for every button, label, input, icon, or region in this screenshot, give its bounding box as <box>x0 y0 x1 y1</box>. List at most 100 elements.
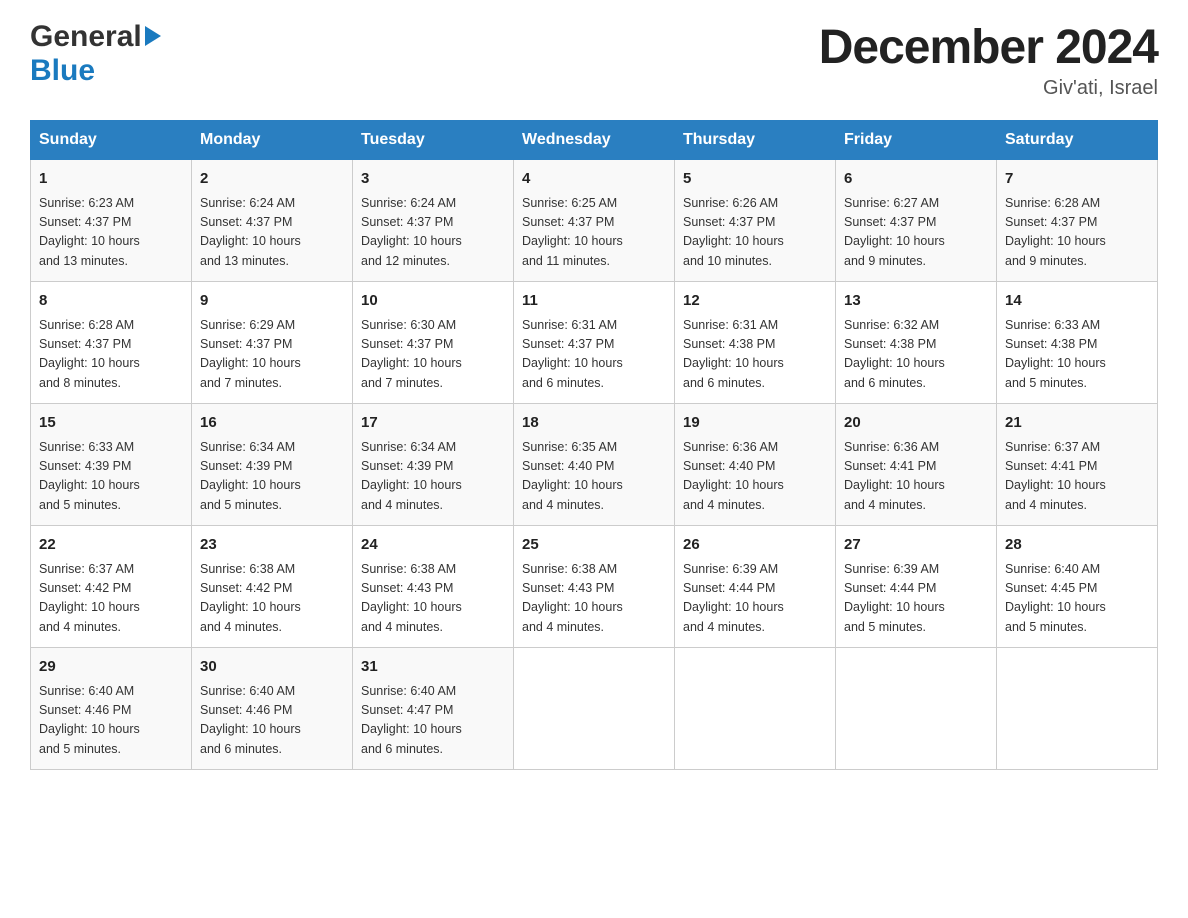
calendar-cell: 29Sunrise: 6:40 AMSunset: 4:46 PMDayligh… <box>31 648 192 770</box>
calendar-cell: 24 Sunrise: 6:38 AMSunset: 4:43 PMDayligh… <box>353 526 514 648</box>
day-info: Sunrise: 6:31 AMSunset: 4:38 PMDaylight:… <box>683 316 827 394</box>
calendar-cell: 30Sunrise: 6:40 AMSunset: 4:46 PMDayligh… <box>192 648 353 770</box>
day-info: Sunrise: 6:36 AMSunset: 4:40 PMDaylight:… <box>683 438 827 516</box>
calendar-table: SundayMondayTuesdayWednesdayThursdayFrid… <box>30 120 1158 770</box>
calendar-body: 1 Sunrise: 6:23 AMSunset: 4:37 PMDaylight… <box>31 160 1158 770</box>
calendar-cell: 4 Sunrise: 6:25 AMSunset: 4:37 PMDaylight… <box>514 160 675 282</box>
calendar-cell: 15Sunrise: 6:33 AMSunset: 4:39 PMDayligh… <box>31 404 192 526</box>
day-number: 29 <box>39 656 183 679</box>
day-info: Sunrise: 6:38 AMSunset: 4:43 PMDaylight:… <box>361 560 505 638</box>
day-number: 6 <box>844 168 988 191</box>
day-number: 24 <box>361 534 505 557</box>
calendar-subtitle: Giv'ati, Israel <box>819 77 1158 100</box>
day-number: 2 <box>200 168 344 191</box>
weekday-header-wednesday: Wednesday <box>514 121 675 160</box>
day-number: 11 <box>522 290 666 313</box>
day-info: Sunrise: 6:35 AMSunset: 4:40 PMDaylight:… <box>522 438 666 516</box>
day-number: 13 <box>844 290 988 313</box>
day-number: 31 <box>361 656 505 679</box>
calendar-cell: 28 Sunrise: 6:40 AMSunset: 4:45 PMDayligh… <box>997 526 1158 648</box>
day-number: 1 <box>39 168 183 191</box>
weekday-header-thursday: Thursday <box>675 121 836 160</box>
calendar-week-3: 15Sunrise: 6:33 AMSunset: 4:39 PMDayligh… <box>31 404 1158 526</box>
day-number: 4 <box>522 168 666 191</box>
weekday-header-friday: Friday <box>836 121 997 160</box>
calendar-cell <box>836 648 997 770</box>
day-info: Sunrise: 6:36 AMSunset: 4:41 PMDaylight:… <box>844 438 988 516</box>
calendar-week-4: 22 Sunrise: 6:37 AMSunset: 4:42 PMDayligh… <box>31 526 1158 648</box>
day-info: Sunrise: 6:37 AMSunset: 4:41 PMDaylight:… <box>1005 438 1149 516</box>
weekday-header-sunday: Sunday <box>31 121 192 160</box>
calendar-cell: 25 Sunrise: 6:38 AMSunset: 4:43 PMDayligh… <box>514 526 675 648</box>
calendar-cell: 18 Sunrise: 6:35 AMSunset: 4:40 PMDayligh… <box>514 404 675 526</box>
calendar-cell <box>997 648 1158 770</box>
day-info: Sunrise: 6:40 AMSunset: 4:47 PMDaylight:… <box>361 682 505 760</box>
day-info: Sunrise: 6:39 AMSunset: 4:44 PMDaylight:… <box>683 560 827 638</box>
day-info: Sunrise: 6:39 AMSunset: 4:44 PMDaylight:… <box>844 560 988 638</box>
title-block: December 2024 Giv'ati, Israel <box>819 20 1158 100</box>
day-info: Sunrise: 6:23 AMSunset: 4:37 PMDaylight:… <box>39 194 183 272</box>
calendar-cell: 23Sunrise: 6:38 AMSunset: 4:42 PMDayligh… <box>192 526 353 648</box>
weekday-header-saturday: Saturday <box>997 121 1158 160</box>
day-number: 22 <box>39 534 183 557</box>
day-number: 28 <box>1005 534 1149 557</box>
calendar-cell: 12 Sunrise: 6:31 AMSunset: 4:38 PMDayligh… <box>675 282 836 404</box>
day-number: 18 <box>522 412 666 435</box>
weekday-header-tuesday: Tuesday <box>353 121 514 160</box>
calendar-cell: 22 Sunrise: 6:37 AMSunset: 4:42 PMDayligh… <box>31 526 192 648</box>
day-number: 9 <box>200 290 344 313</box>
weekday-header-row: SundayMondayTuesdayWednesdayThursdayFrid… <box>31 121 1158 160</box>
calendar-cell: 31 Sunrise: 6:40 AMSunset: 4:47 PMDayligh… <box>353 648 514 770</box>
logo-arrow-icon <box>145 26 161 46</box>
weekday-header-monday: Monday <box>192 121 353 160</box>
day-number: 3 <box>361 168 505 191</box>
day-number: 16 <box>200 412 344 435</box>
day-number: 20 <box>844 412 988 435</box>
calendar-cell: 6 Sunrise: 6:27 AMSunset: 4:37 PMDaylight… <box>836 160 997 282</box>
day-number: 19 <box>683 412 827 435</box>
calendar-header: SundayMondayTuesdayWednesdayThursdayFrid… <box>31 121 1158 160</box>
day-info: Sunrise: 6:37 AMSunset: 4:42 PMDaylight:… <box>39 560 183 638</box>
calendar-cell: 10Sunrise: 6:30 AMSunset: 4:37 PMDayligh… <box>353 282 514 404</box>
day-number: 7 <box>1005 168 1149 191</box>
day-info: Sunrise: 6:26 AMSunset: 4:37 PMDaylight:… <box>683 194 827 272</box>
calendar-cell: 14Sunrise: 6:33 AMSunset: 4:38 PMDayligh… <box>997 282 1158 404</box>
calendar-cell: 16 Sunrise: 6:34 AMSunset: 4:39 PMDayligh… <box>192 404 353 526</box>
day-info: Sunrise: 6:33 AMSunset: 4:39 PMDaylight:… <box>39 438 183 516</box>
day-info: Sunrise: 6:29 AMSunset: 4:37 PMDaylight:… <box>200 316 344 394</box>
day-number: 26 <box>683 534 827 557</box>
day-number: 5 <box>683 168 827 191</box>
day-info: Sunrise: 6:34 AMSunset: 4:39 PMDaylight:… <box>200 438 344 516</box>
day-number: 25 <box>522 534 666 557</box>
calendar-cell: 21 Sunrise: 6:37 AMSunset: 4:41 PMDayligh… <box>997 404 1158 526</box>
logo-general-text: General <box>30 20 142 54</box>
day-number: 17 <box>361 412 505 435</box>
day-number: 21 <box>1005 412 1149 435</box>
calendar-cell: 7 Sunrise: 6:28 AMSunset: 4:37 PMDaylight… <box>997 160 1158 282</box>
day-info: Sunrise: 6:25 AMSunset: 4:37 PMDaylight:… <box>522 194 666 272</box>
calendar-cell: 8 Sunrise: 6:28 AMSunset: 4:37 PMDaylight… <box>31 282 192 404</box>
day-number: 12 <box>683 290 827 313</box>
day-info: Sunrise: 6:28 AMSunset: 4:37 PMDaylight:… <box>39 316 183 394</box>
day-info: Sunrise: 6:38 AMSunset: 4:43 PMDaylight:… <box>522 560 666 638</box>
calendar-week-5: 29Sunrise: 6:40 AMSunset: 4:46 PMDayligh… <box>31 648 1158 770</box>
day-info: Sunrise: 6:31 AMSunset: 4:37 PMDaylight:… <box>522 316 666 394</box>
day-info: Sunrise: 6:27 AMSunset: 4:37 PMDaylight:… <box>844 194 988 272</box>
logo: General Blue <box>30 20 161 88</box>
calendar-cell: 11 Sunrise: 6:31 AMSunset: 4:37 PMDayligh… <box>514 282 675 404</box>
day-number: 14 <box>1005 290 1149 313</box>
calendar-cell: 27Sunrise: 6:39 AMSunset: 4:44 PMDayligh… <box>836 526 997 648</box>
page-header: General Blue December 2024 Giv'ati, Isra… <box>30 20 1158 100</box>
day-info: Sunrise: 6:38 AMSunset: 4:42 PMDaylight:… <box>200 560 344 638</box>
calendar-week-2: 8 Sunrise: 6:28 AMSunset: 4:37 PMDaylight… <box>31 282 1158 404</box>
day-number: 8 <box>39 290 183 313</box>
calendar-cell: 1 Sunrise: 6:23 AMSunset: 4:37 PMDaylight… <box>31 160 192 282</box>
day-info: Sunrise: 6:40 AMSunset: 4:45 PMDaylight:… <box>1005 560 1149 638</box>
calendar-cell: 19 Sunrise: 6:36 AMSunset: 4:40 PMDayligh… <box>675 404 836 526</box>
day-info: Sunrise: 6:32 AMSunset: 4:38 PMDaylight:… <box>844 316 988 394</box>
day-number: 30 <box>200 656 344 679</box>
day-info: Sunrise: 6:28 AMSunset: 4:37 PMDaylight:… <box>1005 194 1149 272</box>
calendar-cell: 2Sunrise: 6:24 AMSunset: 4:37 PMDaylight… <box>192 160 353 282</box>
calendar-week-1: 1 Sunrise: 6:23 AMSunset: 4:37 PMDaylight… <box>31 160 1158 282</box>
calendar-cell: 3Sunrise: 6:24 AMSunset: 4:37 PMDaylight… <box>353 160 514 282</box>
